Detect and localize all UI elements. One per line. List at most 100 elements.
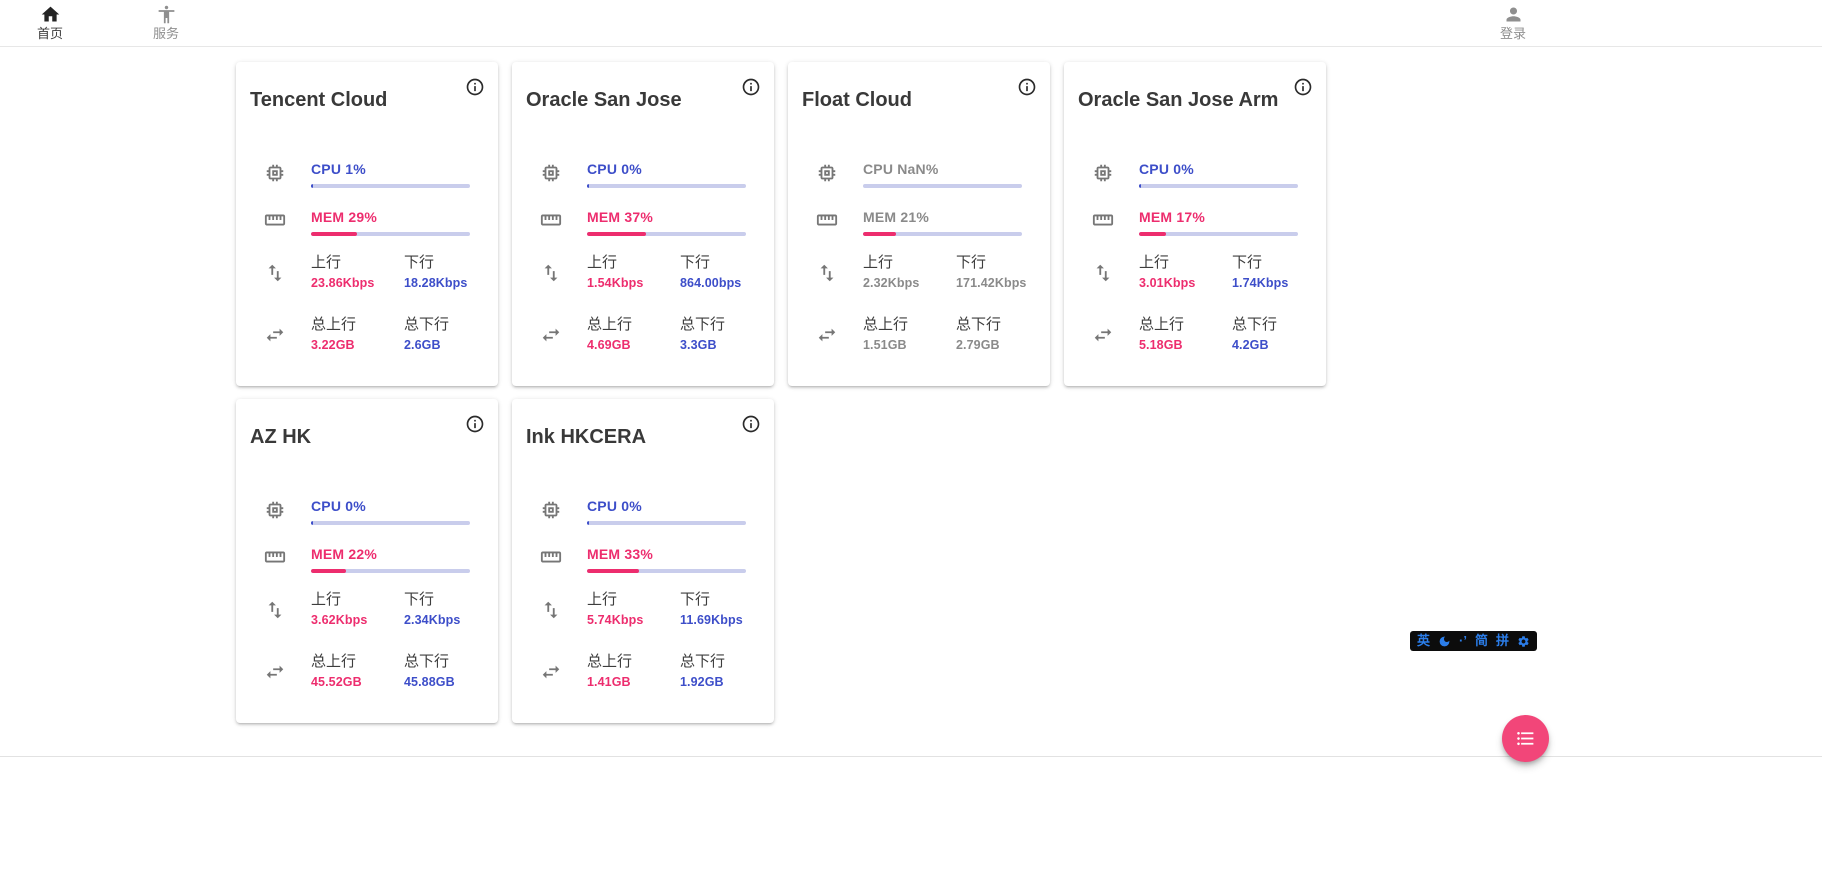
mem-row: MEM 29% [264,208,470,236]
upload-label: 上行 [311,252,404,273]
ime-pinyin-label[interactable]: 拼 [1496,631,1509,651]
mem-usage-label: MEM 21% [863,208,1022,226]
swap-horizontal-icon [540,314,587,355]
server-card: Ink HKCERA CPU 0% MEM 33% [512,399,774,723]
server-status-dashboard: { "nav": { "home": { "label": "首页" }, "s… [0,0,1822,892]
info-button[interactable] [739,75,763,99]
upload-value: 3.62Kbps [311,611,404,630]
swap-horizontal-icon [540,651,587,692]
cpu-progress-fill [311,521,313,525]
total-download-label: 总下行 [680,651,746,672]
nav-item-home[interactable]: 首页 [18,3,82,41]
download-value: 171.42Kbps [956,274,1026,293]
total-upload-label: 总上行 [1139,314,1232,335]
cpu-row: CPU 0% [540,160,746,188]
server-name: Oracle San Jose [526,88,682,112]
download-label: 下行 [1232,252,1298,273]
server-name: Oracle San Jose Arm [1078,88,1278,112]
bandwidth-row: 上行 1.54Kbps 下行 864.00bps [540,252,746,293]
nav-login-label: 登录 [1481,26,1545,41]
total-upload-value: 3.22GB [311,336,404,355]
total-download-value: 2.79GB [956,336,1022,355]
cpu-row: CPU 0% [1092,160,1298,188]
swap-vertical-icon [816,252,863,293]
cpu-usage-label: CPU NaN% [863,160,1022,178]
total-download-value: 4.2GB [1232,336,1298,355]
upload-value: 2.32Kbps [863,274,956,293]
info-button[interactable] [463,412,487,436]
total-upload-label: 总上行 [587,314,680,335]
mem-row: MEM 37% [540,208,746,236]
cpu-row: CPU NaN% [816,160,1022,188]
info-button[interactable] [1015,75,1039,99]
download-value: 2.34Kbps [404,611,470,630]
ime-toolbar[interactable]: 英 ·’ 简 拼 [1410,631,1537,651]
accessibility-icon [156,4,177,25]
download-label: 下行 [680,252,746,273]
download-label: 下行 [680,589,746,610]
nav-home-label: 首页 [18,26,82,41]
nav-item-services[interactable]: 服务 [134,3,198,41]
upload-value: 5.74Kbps [587,611,680,630]
server-card: Tencent Cloud CPU 1% MEM 29% [236,62,498,386]
server-card: Float Cloud CPU NaN% MEM 21% [788,62,1050,386]
info-button[interactable] [1291,75,1315,99]
info-button[interactable] [463,75,487,99]
download-label: 下行 [956,252,1026,273]
total-traffic-row: 总上行 1.51GB 总下行 2.79GB [816,314,1022,355]
ruler-icon [264,208,311,236]
footer-divider [0,756,1822,757]
cpu-row: CPU 1% [264,160,470,188]
server-list-fab[interactable] [1502,715,1549,762]
info-icon [741,414,761,434]
nav-item-login[interactable]: 登录 [1481,3,1545,41]
cpu-progress-fill [587,184,589,188]
mem-progress-fill [863,232,896,236]
swap-horizontal-icon [1092,314,1139,355]
cpu-row: CPU 0% [540,497,746,525]
cpu-progress-fill [311,184,313,188]
server-name: Tencent Cloud [250,88,387,112]
top-nav-bar: 首页 服务 登录 [0,0,1822,47]
moon-icon[interactable] [1438,635,1451,648]
total-download-label: 总下行 [404,651,470,672]
ime-simplified-toggle[interactable]: 简 [1475,631,1488,651]
server-name: Ink HKCERA [526,425,646,449]
swap-horizontal-icon [264,651,311,692]
download-label: 下行 [404,252,470,273]
mem-row: MEM 17% [1092,208,1298,236]
total-traffic-row: 总上行 45.52GB 总下行 45.88GB [264,651,470,692]
total-traffic-row: 总上行 3.22GB 总下行 2.6GB [264,314,470,355]
total-upload-label: 总上行 [311,314,404,335]
total-upload-value: 45.52GB [311,673,404,692]
total-upload-label: 总上行 [587,651,680,672]
mem-progress-bar [1139,232,1298,236]
cpu-progress-fill [587,521,589,525]
info-button[interactable] [739,412,763,436]
mem-progress-fill [587,569,639,573]
bandwidth-row: 上行 2.32Kbps 下行 171.42Kbps [816,252,1022,293]
total-traffic-row: 总上行 1.41GB 总下行 1.92GB [540,651,746,692]
cpu-row: CPU 0% [264,497,470,525]
mem-progress-bar [863,232,1022,236]
download-label: 下行 [404,589,470,610]
mem-progress-fill [1139,232,1166,236]
bandwidth-row: 上行 3.62Kbps 下行 2.34Kbps [264,589,470,630]
swap-vertical-icon [264,252,311,293]
cpu-progress-bar [587,184,746,188]
total-upload-label: 总上行 [311,651,404,672]
ime-english-toggle[interactable]: 英 [1417,631,1430,651]
info-icon [741,77,761,97]
ime-punctuation-toggle[interactable]: ·’ [1459,631,1467,651]
cpu-chip-icon [816,160,863,188]
total-download-label: 总下行 [1232,314,1298,335]
total-upload-value: 1.41GB [587,673,680,692]
cpu-chip-icon [264,497,311,525]
mem-progress-bar [311,569,470,573]
total-download-label: 总下行 [404,314,470,335]
cpu-progress-bar [311,521,470,525]
gear-icon[interactable] [1517,635,1530,648]
cpu-progress-bar [587,521,746,525]
swap-vertical-icon [1092,252,1139,293]
cpu-usage-label: CPU 0% [1139,160,1298,178]
